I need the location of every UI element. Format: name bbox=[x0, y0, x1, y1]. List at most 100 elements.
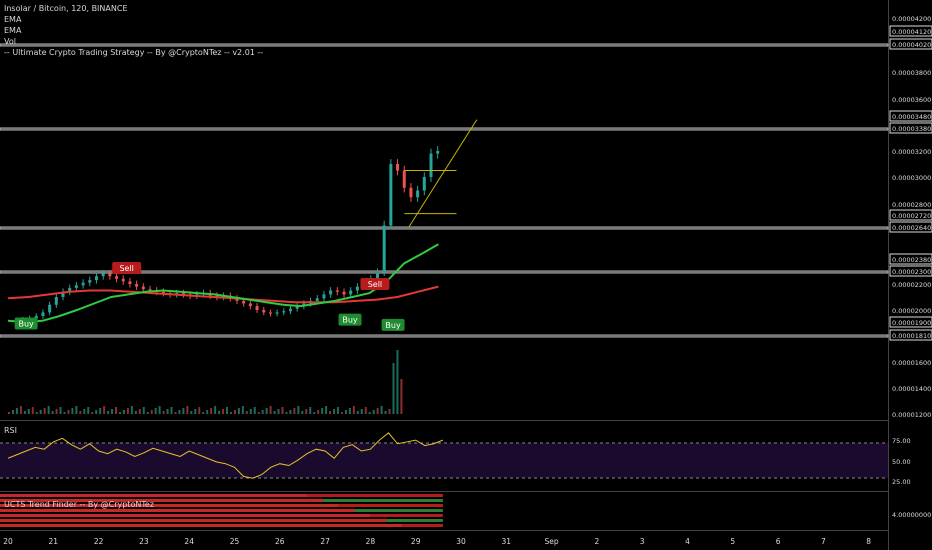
trend-cell-up bbox=[386, 519, 443, 522]
volume-bar bbox=[51, 411, 54, 414]
volume-bar bbox=[95, 410, 98, 414]
time-tick-label: 27 bbox=[320, 537, 330, 546]
time-tick-label: 25 bbox=[230, 537, 240, 546]
trend-cell-down bbox=[0, 494, 307, 497]
price-tick-label: 0.00003000 bbox=[892, 174, 931, 182]
volume-bar bbox=[134, 411, 137, 414]
volume-bar bbox=[376, 408, 379, 414]
volume-bar bbox=[150, 410, 153, 414]
support-resistance-zone bbox=[0, 127, 889, 131]
volume-bar bbox=[142, 407, 145, 414]
price-tick-label: 0.00002800 bbox=[892, 201, 931, 209]
time-tick-label: 23 bbox=[139, 537, 149, 546]
time-tick-label: 2 bbox=[595, 537, 600, 546]
volume-bar bbox=[178, 410, 181, 414]
trend-cell-down bbox=[0, 519, 387, 522]
time-tick-label: 3 bbox=[640, 537, 645, 546]
signal-buy: Buy bbox=[14, 317, 38, 330]
volume-bar bbox=[83, 409, 86, 414]
trend-cell-up bbox=[370, 514, 443, 517]
trend-cell-down bbox=[0, 524, 403, 527]
volume-bar bbox=[43, 408, 46, 414]
price-chart[interactable]: Buy Sell Buy Sell Buy 0.00004200 0.00004120 0.0… bbox=[0, 0, 932, 550]
volume-bar bbox=[87, 407, 90, 414]
volume-bar bbox=[368, 412, 371, 414]
volume-bar bbox=[241, 406, 244, 414]
volume-bar bbox=[261, 410, 264, 414]
volume-bar bbox=[162, 411, 165, 414]
candle-body bbox=[315, 298, 319, 301]
candle-body bbox=[422, 177, 426, 191]
volume-bar bbox=[273, 411, 276, 414]
price-tick-label: 0.00004200 bbox=[892, 15, 931, 23]
legend-ema-1: EMA bbox=[4, 15, 22, 24]
volume-bar bbox=[47, 406, 50, 414]
candle-body bbox=[416, 190, 420, 198]
price-tick-label: 0.00001400 bbox=[892, 385, 931, 393]
candle-body bbox=[389, 164, 393, 226]
candle-body bbox=[402, 170, 406, 188]
volume-bar bbox=[75, 406, 78, 414]
volume-bar bbox=[27, 409, 30, 414]
volume-bar bbox=[360, 409, 363, 414]
candle-body bbox=[275, 312, 279, 314]
volume-bar bbox=[39, 410, 42, 414]
volume-bar bbox=[186, 406, 189, 414]
candle-body bbox=[121, 278, 125, 282]
volume-bar bbox=[11, 410, 14, 414]
trend-cell-up bbox=[402, 524, 443, 527]
volume-bar bbox=[107, 411, 110, 414]
volume-bar bbox=[158, 406, 161, 414]
time-tick-label: 28 bbox=[366, 537, 376, 546]
price-tick-label: 0.00001900 bbox=[892, 319, 931, 327]
signal-label: Buy bbox=[385, 321, 401, 330]
volume-bar bbox=[265, 408, 268, 414]
volume-bar bbox=[15, 408, 18, 414]
candle-body bbox=[409, 187, 413, 198]
volume-bar bbox=[285, 412, 288, 414]
price-tick-label: 0.00002640 bbox=[892, 224, 931, 232]
volume-bar bbox=[333, 409, 336, 414]
rsi-tick-label: 75.00 bbox=[892, 437, 911, 445]
rsi-tick-label: 50.00 bbox=[892, 458, 911, 466]
time-tick-label: 26 bbox=[275, 537, 285, 546]
price-tick-label: 0.00004020 bbox=[892, 41, 931, 49]
candle-body bbox=[48, 304, 52, 313]
volume-bar bbox=[146, 412, 149, 414]
candle-body bbox=[282, 311, 286, 313]
time-tick-label: 31 bbox=[502, 537, 512, 546]
legend-symbol: Insolar / Bitcoin, 120, BINANCE bbox=[4, 4, 128, 13]
volume-bar bbox=[99, 408, 102, 414]
candle-body bbox=[342, 291, 346, 295]
chart-legend: Insolar / Bitcoin, 120, BINANCE EMA EMA … bbox=[4, 3, 263, 58]
volume-bar bbox=[8, 412, 10, 414]
volume-bar bbox=[321, 408, 324, 414]
price-tick-label: 0.00001810 bbox=[892, 332, 931, 340]
price-tick-label: 0.00004120 bbox=[892, 28, 931, 36]
volume-bar bbox=[289, 410, 292, 414]
candle-body bbox=[329, 290, 333, 295]
volume-bar bbox=[138, 409, 141, 414]
volume-bar bbox=[293, 408, 296, 414]
volume-bar bbox=[372, 410, 375, 414]
signal-sell: Sell bbox=[360, 278, 390, 290]
volume-bar bbox=[392, 363, 395, 414]
volume-bar bbox=[210, 408, 213, 414]
volume-bar bbox=[245, 411, 248, 414]
time-tick-label: 21 bbox=[49, 537, 59, 546]
volume-bar bbox=[329, 411, 332, 414]
candle-body bbox=[41, 312, 45, 316]
price-tick-label: 0.00002720 bbox=[892, 212, 931, 220]
volume-bar bbox=[174, 412, 177, 414]
candle-body bbox=[108, 273, 112, 277]
volume-bar bbox=[79, 411, 82, 414]
volume-bar bbox=[31, 407, 34, 414]
candle-body bbox=[74, 285, 78, 288]
volume-bar bbox=[67, 410, 70, 414]
volume-bar bbox=[154, 408, 157, 414]
time-tick-label: 8 bbox=[866, 537, 871, 546]
volume-bar bbox=[269, 406, 272, 414]
volume-bar bbox=[237, 408, 240, 414]
trend-cell-down bbox=[0, 509, 355, 512]
volume-bar bbox=[118, 412, 121, 414]
